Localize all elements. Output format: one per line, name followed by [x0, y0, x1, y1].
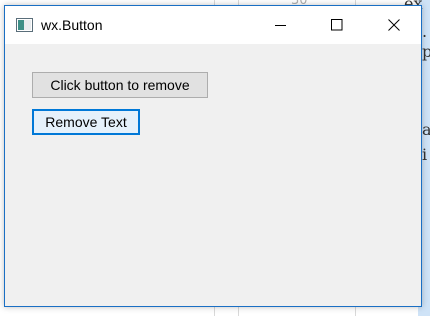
background-text-fragment: i: [422, 145, 428, 164]
close-button[interactable]: [371, 6, 417, 44]
click-to-remove-button[interactable]: Click button to remove: [32, 72, 208, 98]
background-text-fragment: a: [422, 120, 430, 139]
maximize-button[interactable]: [314, 6, 360, 44]
background-text-fragment: .: [422, 22, 428, 41]
background-text-fragment: p: [422, 42, 430, 61]
minimize-icon: [275, 16, 287, 35]
close-icon: [388, 16, 400, 35]
app-window-icon: [16, 17, 33, 32]
app-window: wx.Button Click button to remove Remove …: [4, 5, 422, 307]
minimize-button[interactable]: [258, 6, 304, 44]
window-title: wx.Button: [41, 17, 103, 33]
remove-text-button[interactable]: Remove Text: [32, 109, 140, 135]
title-bar[interactable]: wx.Button: [5, 6, 421, 44]
maximize-icon: [331, 16, 343, 35]
